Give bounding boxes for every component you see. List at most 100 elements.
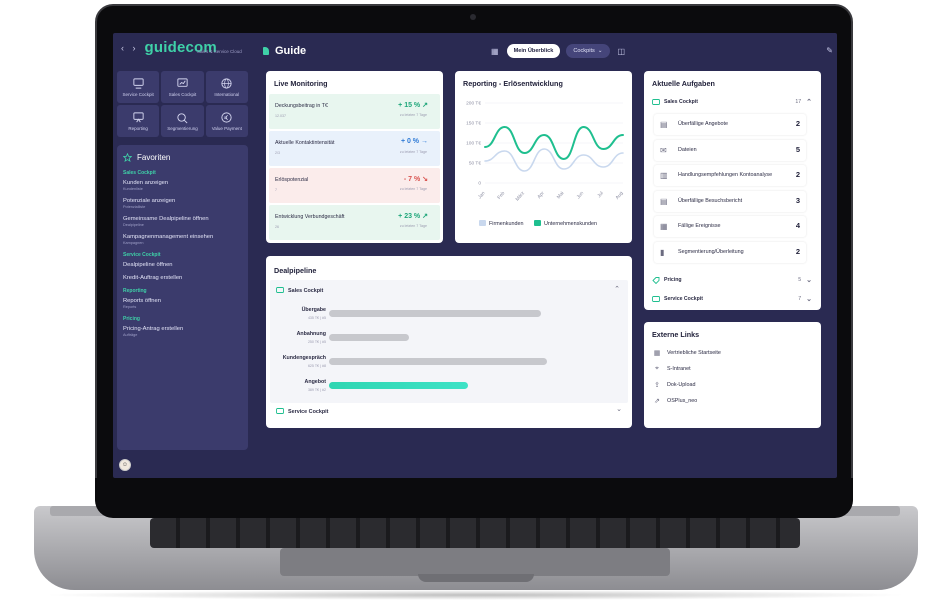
kpi-row[interactable]: Deckungsbeitrag in T€ 12.037 + 15 % ↗ zu le… — [269, 94, 440, 129]
cockpits-dropdown[interactable]: Cockpits ⌄ — [566, 44, 610, 58]
favorite-item-label: Kunden anzeigen — [123, 180, 169, 186]
kpi-percent: + 23 % — [398, 213, 421, 220]
chevron-down-icon: ⌄ — [806, 296, 812, 303]
kpi-sub: 2/3 — [275, 151, 280, 155]
favorite-item-label: Pricing-Antrag erstellen — [123, 326, 184, 332]
task-item[interactable]: ✉ Dateien 5 — [654, 139, 806, 161]
favorite-item[interactable]: Gemeinsame Dealpipeline öffnen Dealpipeli… — [123, 216, 242, 227]
laptop-keyboard — [150, 518, 800, 548]
kpi-label: Erlöspotenzial — [275, 177, 309, 183]
favorite-item[interactable]: Potenziale anzeigen Potenzialliste — [123, 198, 242, 209]
favorite-item[interactable]: Dealpipeline öffnen — [123, 262, 242, 268]
favorite-item-sub: Aufträge — [123, 333, 138, 337]
tile-reporting[interactable]: Reporting — [117, 105, 160, 137]
legend-swatch — [534, 220, 541, 226]
tile-label: Value Payment — [211, 126, 242, 131]
tab-mein-ueberblick[interactable]: Mein Überblick — [506, 44, 561, 58]
favorite-item-label: Kredit-Auftrag erstellen — [123, 275, 183, 281]
tile-label: International — [214, 92, 240, 97]
nav-arrows-icon[interactable]: ‹ › — [121, 43, 139, 53]
reporting-card: Reporting - Erlösentwicklung 200 T€ 150 T… — [455, 71, 632, 243]
favorites-group-label: Service Cockpit — [123, 252, 161, 258]
link-s-intranet[interactable]: ⌖ S-Intranet — [653, 365, 691, 373]
kpi-sub: 26 — [275, 225, 279, 229]
favorite-item[interactable]: Reports öffnen Reports — [123, 298, 242, 309]
sidebar: ‹ › guidecom Sales & Service Cloud Servi… — [113, 33, 251, 478]
favorite-item[interactable]: Pricing-Antrag erstellen Aufträge — [123, 326, 242, 337]
value-payment-icon — [221, 112, 232, 123]
pipeline-bar — [329, 382, 468, 389]
link-vertriebliche-startseite[interactable]: ▦ Vertriebliche Startseite — [653, 349, 721, 357]
book-icon[interactable]: ◫ — [618, 47, 626, 56]
favorite-item-label: Potenziale anzeigen — [123, 198, 176, 204]
x-tick-label: März — [515, 190, 527, 202]
grid-view-icon[interactable]: ▦ — [491, 47, 499, 56]
chevron-down-icon[interactable]: ⌄ — [616, 405, 622, 413]
cockpits-dropdown-label: Cockpits — [573, 48, 595, 54]
chevron-up-icon: ⌃ — [806, 99, 812, 106]
kpi-row[interactable]: Aktuelle Kontaktintensität 2/3 + 0 % → zu l… — [269, 131, 440, 166]
section-label: Sales Cockpit — [664, 99, 699, 105]
tasks-pricing-section[interactable]: Pricing 5 ⌄ — [652, 276, 812, 284]
camera-icon — [470, 14, 476, 20]
pipeline-row[interactable]: Anbahnung 250 T€ | #5 — [270, 329, 630, 351]
tasks-service-section[interactable]: Service Cockpit 7 ⌄ — [652, 295, 812, 303]
pipeline-row[interactable]: Übergabe 435 T€ | #5 — [270, 305, 630, 327]
favorite-item-label: Gemeinsame Dealpipeline öffnen — [123, 216, 209, 222]
section-label: Sales Cockpit — [288, 287, 324, 294]
legend-swatch — [479, 220, 486, 226]
kpi-percent: - 7 % — [403, 176, 421, 183]
tasks-sales-section[interactable]: Sales Cockpit 17 ⌃ — [652, 98, 812, 106]
link-label: Vertriebliche Startseite — [667, 350, 721, 356]
task-item[interactable]: ▦ Fällige Ereignisse 4 — [654, 216, 806, 237]
favorite-item[interactable]: Kunden anzeigen Kundenliste — [123, 180, 242, 191]
section-header[interactable]: Sales Cockpit — [276, 287, 323, 294]
tile-international[interactable]: International — [205, 71, 248, 103]
task-item[interactable]: ▤ Überfällige Angebote 2 — [654, 114, 806, 135]
kpi-row[interactable]: Erlöspotenzial 7 - 7 % ↘ zu letzten 7 Tage — [269, 168, 440, 203]
laptop-trackpad — [280, 548, 670, 576]
chevron-up-icon[interactable]: ⌃ — [614, 285, 620, 293]
pipeline-row[interactable]: Angebot 389 T€ | #2 — [270, 377, 630, 399]
favorite-item[interactable]: Kampagnenmanagement einsehen Kampagnen — [123, 234, 242, 245]
y-tick-label: 50 T€ — [469, 161, 482, 167]
link-dok-upload[interactable]: ⇪ Dok-Upload — [653, 381, 695, 389]
kpi-percent: + 15 % — [398, 102, 421, 109]
pipeline-stage-label: Kundengespräch — [282, 355, 326, 361]
tile-sales-cockpit[interactable]: Sales Cockpit — [161, 71, 204, 103]
x-tick-label: Jul — [596, 190, 605, 199]
kpi-row[interactable]: Entwicklung Verbundgeschäft 26 + 23 % ↗ zu … — [269, 205, 440, 240]
task-count: 5 — [795, 144, 800, 154]
trend-icon: ↗ — [422, 102, 428, 109]
page-title-block: Guide — [263, 45, 306, 57]
dealpipeline-sales-section: Sales Cockpit ⌃ Übergabe 435 T€ | #5 Anbah… — [270, 280, 628, 403]
task-item[interactable]: ▮ Segmentierung/Überleitung 2 — [654, 241, 806, 263]
avatar[interactable]: ☺ — [119, 459, 131, 471]
task-item[interactable]: ▤ Überfällige Besuchsbericht 3 — [654, 190, 806, 212]
tile-label: Service Cockpit — [122, 92, 154, 97]
favorite-item-sub: Reports — [123, 305, 137, 309]
link-osplus-neo[interactable]: ⇗ OSPlus_neo — [653, 397, 697, 405]
favorites-header: Favoriten — [123, 153, 242, 162]
tile-label: Sales Cockpit — [168, 92, 197, 97]
pipeline-stage-sub: 250 T€ | #5 — [307, 340, 326, 344]
kpi-compare: zu letzten 7 Tage — [399, 113, 427, 117]
pipeline-row[interactable]: Kundengespräch 625 T€ | #8 — [270, 353, 630, 375]
kpi-value: + 0 % → — [401, 138, 428, 145]
dealpipeline-service-section[interactable]: Service Cockpit — [276, 408, 328, 415]
edit-icon[interactable]: ✎ — [826, 46, 833, 55]
favorite-item-label: Kampagnenmanagement einsehen — [123, 234, 214, 240]
app-logo-subtitle: Sales & Service Cloud — [197, 49, 242, 54]
pipeline-stage-label: Übergabe — [301, 307, 326, 313]
laptop-mockup: ‹ › guidecom Sales & Service Cloud Servi… — [0, 0, 951, 607]
external-links-card: Externe Links ▦ Vertriebliche Startseite … — [644, 322, 821, 428]
tile-value-payment[interactable]: Value Payment — [205, 105, 248, 137]
task-item[interactable]: ▥ Handlungsempfehlungen Kontoanalyse 2 — [654, 165, 806, 186]
tile-service-cockpit[interactable]: Service Cockpit — [117, 71, 160, 103]
pipeline-stage-label: Anbahnung — [296, 331, 326, 337]
task-count: 2 — [795, 119, 800, 128]
grid-icon: ▦ — [653, 350, 661, 357]
favorite-item[interactable]: Kredit-Auftrag erstellen — [123, 275, 242, 281]
x-tick-label: Mai — [556, 190, 566, 200]
tile-segmentierung[interactable]: Segmentierung — [161, 105, 204, 137]
